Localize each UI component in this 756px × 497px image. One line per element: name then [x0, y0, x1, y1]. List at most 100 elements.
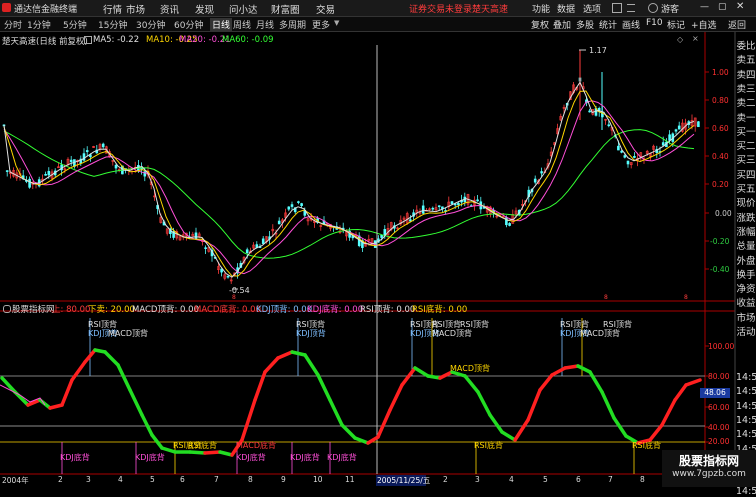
indicator-value: RSI顶背: 0.00 [360, 305, 416, 315]
indicator-value: KDJ顶背: 0.00 [256, 305, 313, 315]
side-label[interactable]: 收益 [736, 295, 756, 309]
minimize-button[interactable]: — [700, 2, 709, 12]
period-daily[interactable]: 日线 [210, 18, 233, 31]
signal-macd-top: MACD顶背 [108, 329, 148, 338]
period-15min[interactable]: 15分钟 [98, 18, 127, 31]
maximize-button[interactable]: ▢ [718, 2, 727, 12]
cursor-date: 2005/11/25/五 [377, 476, 431, 485]
period-5min[interactable]: 5分钟 [63, 18, 87, 31]
ind-y-label: 20.00 [708, 437, 730, 446]
top-menu-bar: 通达信金融终端 行情 市场 资讯 发现 问小达 财富圈 交易 证券交易未登录 楚… [0, 0, 756, 17]
side-label[interactable]: 涨幅 [736, 224, 756, 238]
menu-trade[interactable]: 交易 [316, 2, 335, 16]
tool-mark[interactable]: 标记 [667, 18, 685, 31]
menu-discover[interactable]: 发现 [195, 2, 214, 16]
signal-macd-top: MACD顶背 [450, 364, 490, 373]
menu-quotes[interactable]: 行情 [103, 2, 122, 16]
side-label[interactable]: 买一 [736, 124, 756, 138]
tool-multi-stock[interactable]: 多股 [576, 18, 594, 31]
menu-wealth-circle[interactable]: 财富圈 [271, 2, 300, 16]
side-label[interactable]: 卖五 [736, 52, 756, 66]
menu-options[interactable]: 选项 [583, 2, 601, 15]
indicator-value: KDJ底背: 0.00 [307, 305, 364, 315]
user-name[interactable]: 游客 [661, 2, 679, 15]
menu-icon[interactable] [627, 4, 635, 12]
period-toolbar: 分时 1分钟 5分钟 15分钟 30分钟 60分钟 日线 周线 月线 多周期 更… [0, 17, 756, 32]
close-panel-icon[interactable]: × [692, 34, 699, 43]
oscillator-curve [0, 348, 702, 457]
chevron-down-icon[interactable]: ▼ [334, 19, 339, 27]
side-time-label: 14:5 [736, 486, 756, 497]
indicator-settings-icon[interactable] [3, 305, 11, 313]
window-icon[interactable] [612, 3, 622, 13]
x-tick: 11 [345, 475, 355, 484]
y-label: 0.40 [712, 152, 729, 161]
x-tick: 3 [475, 475, 480, 484]
side-label[interactable]: 买三 [736, 152, 756, 166]
signal-rsi-top: RSI顶背 [603, 320, 632, 329]
menu-wenxiaoda[interactable]: 问小达 [229, 2, 258, 16]
signal-rsi-bottom: RSI底背 [632, 441, 661, 450]
current-stock-name: 楚天高速 [472, 5, 509, 15]
event-marker: 8 [232, 294, 236, 301]
period-60min[interactable]: 60分钟 [174, 18, 203, 31]
side-label[interactable]: 买四 [736, 167, 756, 181]
trade-login-warning[interactable]: 证券交易未登录 [409, 2, 472, 15]
x-tick: 8 [640, 475, 645, 484]
x-tick: 4 [118, 475, 123, 484]
side-label[interactable]: 换手 [736, 267, 756, 281]
tool-overlay[interactable]: 叠加 [553, 18, 571, 31]
period-30min[interactable]: 30分钟 [136, 18, 165, 31]
x-tick: 7 [214, 475, 219, 484]
side-label[interactable]: 卖一 [736, 110, 756, 124]
y-label: 0.60 [712, 124, 729, 133]
current-value-badge: 48.06 [700, 388, 730, 398]
ma5-value: MA5: -0.22 [93, 35, 140, 45]
menu-news[interactable]: 资讯 [160, 2, 179, 16]
tool-draw[interactable]: 画线 [622, 18, 640, 31]
close-button[interactable]: ✕ [736, 1, 744, 12]
period-1min[interactable]: 1分钟 [27, 18, 51, 31]
period-more[interactable]: 更多 [312, 18, 330, 31]
user-avatar-icon[interactable] [648, 3, 658, 13]
signal-kdj-bottom: KDJ底背 [60, 453, 90, 462]
tool-adjust[interactable]: 复权 [531, 18, 549, 31]
side-label[interactable]: 卖二 [736, 95, 756, 109]
side-label[interactable]: 卖四 [736, 67, 756, 81]
side-label[interactable]: 总量 [736, 238, 756, 252]
side-label[interactable]: 现价 [736, 195, 756, 209]
settings-icon[interactable] [84, 36, 92, 44]
tool-add-watchlist[interactable]: +自选 [691, 18, 717, 31]
side-label[interactable]: 委比 [736, 38, 756, 52]
menu-data[interactable]: 数据 [557, 2, 575, 15]
tool-f10[interactable]: F10 [646, 18, 663, 28]
menu-market[interactable]: 市场 [126, 2, 145, 16]
x-tick: 3 [86, 475, 91, 484]
tool-stats[interactable]: 统计 [599, 18, 617, 31]
signal-kdj-bottom: KDJ底背 [290, 453, 320, 462]
menu-function[interactable]: 功能 [532, 2, 550, 15]
side-label[interactable]: 净资 [736, 281, 756, 295]
signal-kdj-top: KDJ顶背 [296, 329, 326, 338]
period-fenshi[interactable]: 分时 [4, 18, 22, 31]
chart-canvas[interactable]: 8 8 8 [0, 32, 756, 487]
side-label[interactable]: 买五 [736, 181, 756, 195]
x-axis-year: 2004年 [2, 476, 29, 485]
side-label[interactable]: 活动 [736, 324, 756, 338]
collapse-icon[interactable]: ◇ [677, 35, 683, 44]
watermark-box: 股票指标网 www.7gpzb.com [662, 450, 756, 487]
x-tick: 2 [58, 475, 63, 484]
period-weekly[interactable]: 周线 [233, 18, 251, 31]
indicator-value: RSI底背: 0.00 [412, 305, 468, 315]
period-multi[interactable]: 多周期 [279, 18, 306, 31]
side-label[interactable]: 外盘 [736, 253, 756, 267]
side-time-label: 14:5 [736, 386, 756, 398]
side-label[interactable]: 涨跌 [736, 210, 756, 224]
indicator-title: 股票指标网 [12, 305, 55, 315]
side-label[interactable]: 卖三 [736, 81, 756, 95]
tool-back[interactable]: 返回 [728, 18, 746, 31]
side-label[interactable]: 市场 [736, 310, 756, 324]
period-monthly[interactable]: 月线 [256, 18, 274, 31]
high-price-label: 1.17 [589, 46, 607, 55]
side-label[interactable]: 买二 [736, 138, 756, 152]
